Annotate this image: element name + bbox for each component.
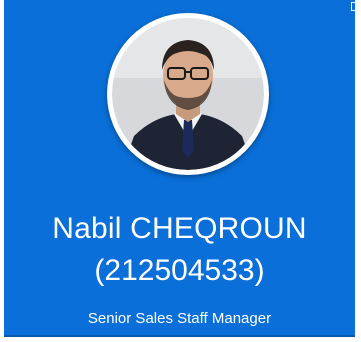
profile-card: Nabil CHEQROUN (212504533) Senior Sales …	[4, 0, 355, 337]
profile-name: Nabil CHEQROUN	[52, 212, 307, 245]
user-photo-icon	[112, 18, 264, 170]
avatar[interactable]	[107, 13, 269, 175]
profile-phone: (212504533)	[94, 254, 265, 287]
profile-role: Senior Sales Staff Manager	[87, 310, 272, 327]
expand-icon[interactable]	[351, 2, 360, 11]
